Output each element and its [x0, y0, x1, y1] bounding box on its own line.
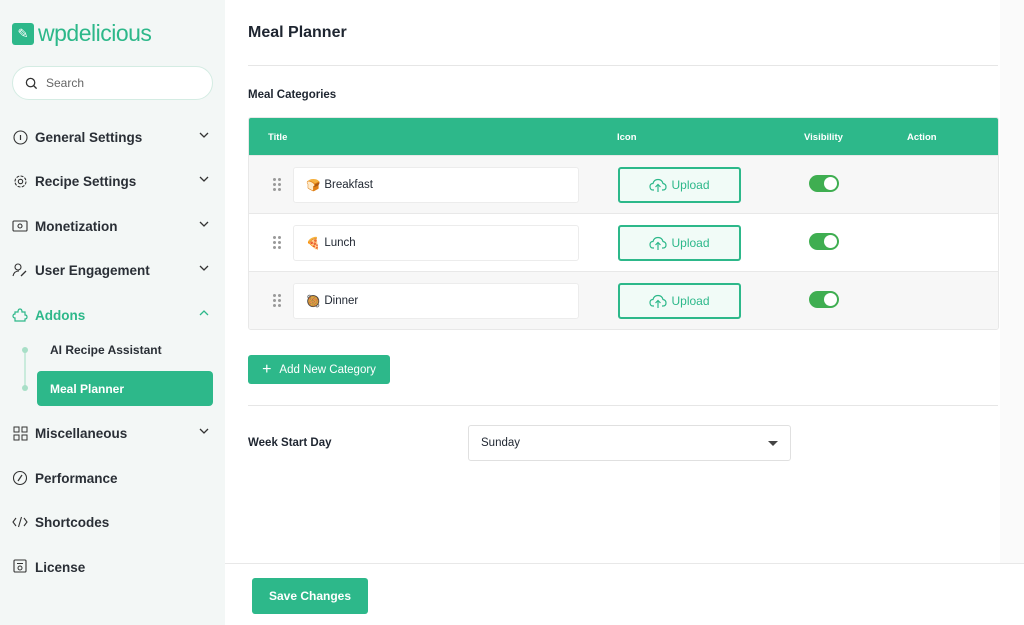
category-emoji: 🍕	[306, 238, 321, 250]
chevron-down-icon	[199, 132, 209, 138]
sidebar-item-license[interactable]: License	[12, 555, 213, 579]
sidebar-item-label: Miscellaneous	[35, 425, 128, 441]
gauge-icon	[12, 470, 28, 486]
submenu-dot	[22, 347, 28, 353]
submenu-dot	[22, 385, 28, 391]
logo[interactable]: ✎ wpdelicious	[12, 20, 152, 47]
search-icon	[25, 77, 38, 89]
sidebar-item-label: Shortcodes	[35, 514, 110, 530]
category-title: Dinner	[324, 295, 359, 307]
plus-icon: +	[262, 360, 272, 378]
sidebar-item-label: Addons	[35, 307, 86, 323]
add-category-label: Add New Category	[279, 363, 376, 376]
drag-handle-icon[interactable]	[273, 294, 281, 307]
sidebar: ✎ wpdelicious General Settings Recipe Se…	[0, 0, 225, 625]
cloud-upload-icon	[649, 178, 668, 192]
grid-icon	[12, 425, 28, 441]
user-edit-icon	[12, 262, 28, 278]
whisk-icon: ✎	[12, 22, 34, 45]
main-content: Meal Planner Meal Categories Title Icon …	[225, 0, 1024, 625]
cloud-upload-icon	[649, 236, 668, 250]
sidebar-item-label: Recipe Settings	[35, 173, 137, 189]
meal-categories-table: Title Icon Visibility Action 🍞 Breakfast …	[248, 117, 999, 330]
sidebar-item-recipe-settings[interactable]: Recipe Settings	[12, 169, 213, 193]
category-title-input[interactable]: 🍕 Lunch	[293, 225, 579, 261]
money-icon	[12, 218, 28, 234]
table-row: 🍕 Lunch Upload	[249, 213, 998, 271]
info-icon	[12, 129, 28, 145]
gear-icon	[12, 173, 28, 189]
upload-button[interactable]: Upload	[618, 167, 741, 203]
category-emoji: 🍞	[306, 180, 321, 192]
header-visibility: Visibility	[804, 132, 843, 143]
sidebar-item-general-settings[interactable]: General Settings	[12, 125, 213, 149]
upload-label: Upload	[671, 236, 710, 250]
visibility-toggle[interactable]	[809, 175, 839, 192]
chevron-down-icon	[199, 265, 209, 271]
category-title-input[interactable]: 🥘 Dinner	[293, 283, 579, 319]
chevron-up-icon	[199, 310, 209, 316]
add-category-button[interactable]: + Add New Category	[248, 355, 390, 384]
sidebar-item-label: License	[35, 559, 86, 575]
table-header: Title Icon Visibility Action	[249, 118, 998, 155]
logo-name: delicious	[66, 20, 152, 46]
upload-button[interactable]: Upload	[618, 283, 741, 319]
search-input[interactable]	[46, 76, 196, 90]
sidebar-item-label: Monetization	[35, 218, 118, 234]
header-title: Title	[268, 132, 288, 143]
week-start-value: Sunday	[481, 437, 521, 449]
sidebar-item-performance[interactable]: Performance	[12, 466, 213, 490]
table-row: 🥘 Dinner Upload	[249, 271, 998, 329]
puzzle-icon	[12, 307, 28, 323]
sidebar-item-monetization[interactable]: Monetization	[12, 214, 213, 238]
sidebar-item-label: Performance	[35, 470, 118, 486]
drag-handle-icon[interactable]	[273, 178, 281, 191]
sidebar-item-miscellaneous[interactable]: Miscellaneous	[12, 421, 213, 445]
cloud-upload-icon	[649, 294, 668, 308]
sidebar-item-user-engagement[interactable]: User Engagement	[12, 258, 213, 282]
submenu-line	[24, 350, 26, 388]
sidebar-item-addons[interactable]: Addons	[12, 303, 213, 327]
sidebar-item-label: User Engagement	[35, 262, 150, 278]
page-title: Meal Planner	[248, 24, 347, 41]
code-icon	[12, 514, 28, 530]
certificate-icon	[12, 559, 28, 575]
table-row: 🍞 Breakfast Upload	[249, 155, 998, 213]
chevron-down-icon	[199, 221, 209, 227]
upload-button[interactable]: Upload	[618, 225, 741, 261]
category-title: Lunch	[324, 237, 356, 249]
upload-label: Upload	[671, 178, 710, 192]
category-title-input[interactable]: 🍞 Breakfast	[293, 167, 579, 203]
chevron-down-icon	[199, 176, 209, 182]
sidebar-subitem-ai-recipe-assistant[interactable]: AI Recipe Assistant	[37, 332, 213, 367]
divider	[248, 405, 998, 406]
header-icon: Icon	[617, 132, 637, 143]
drag-handle-icon[interactable]	[273, 236, 281, 249]
category-title: Breakfast	[324, 179, 373, 191]
week-start-select[interactable]: Sunday	[468, 425, 791, 461]
chevron-down-icon	[199, 428, 209, 434]
section-label: Meal Categories	[248, 89, 337, 101]
week-start-label: Week Start Day	[248, 437, 332, 449]
footer: Save Changes	[225, 563, 1024, 625]
divider	[248, 65, 998, 66]
sidebar-item-label: General Settings	[35, 129, 143, 145]
search-box[interactable]	[12, 66, 213, 100]
save-changes-button[interactable]: Save Changes	[252, 578, 368, 614]
category-emoji: 🥘	[306, 296, 321, 308]
visibility-toggle[interactable]	[809, 291, 839, 308]
logo-prefix: wp	[38, 20, 67, 46]
upload-label: Upload	[671, 294, 710, 308]
visibility-toggle[interactable]	[809, 233, 839, 250]
caret-down-icon	[768, 441, 778, 446]
header-action: Action	[907, 132, 937, 143]
sidebar-subitem-meal-planner[interactable]: Meal Planner	[37, 371, 213, 406]
sidebar-item-shortcodes[interactable]: Shortcodes	[12, 510, 213, 534]
